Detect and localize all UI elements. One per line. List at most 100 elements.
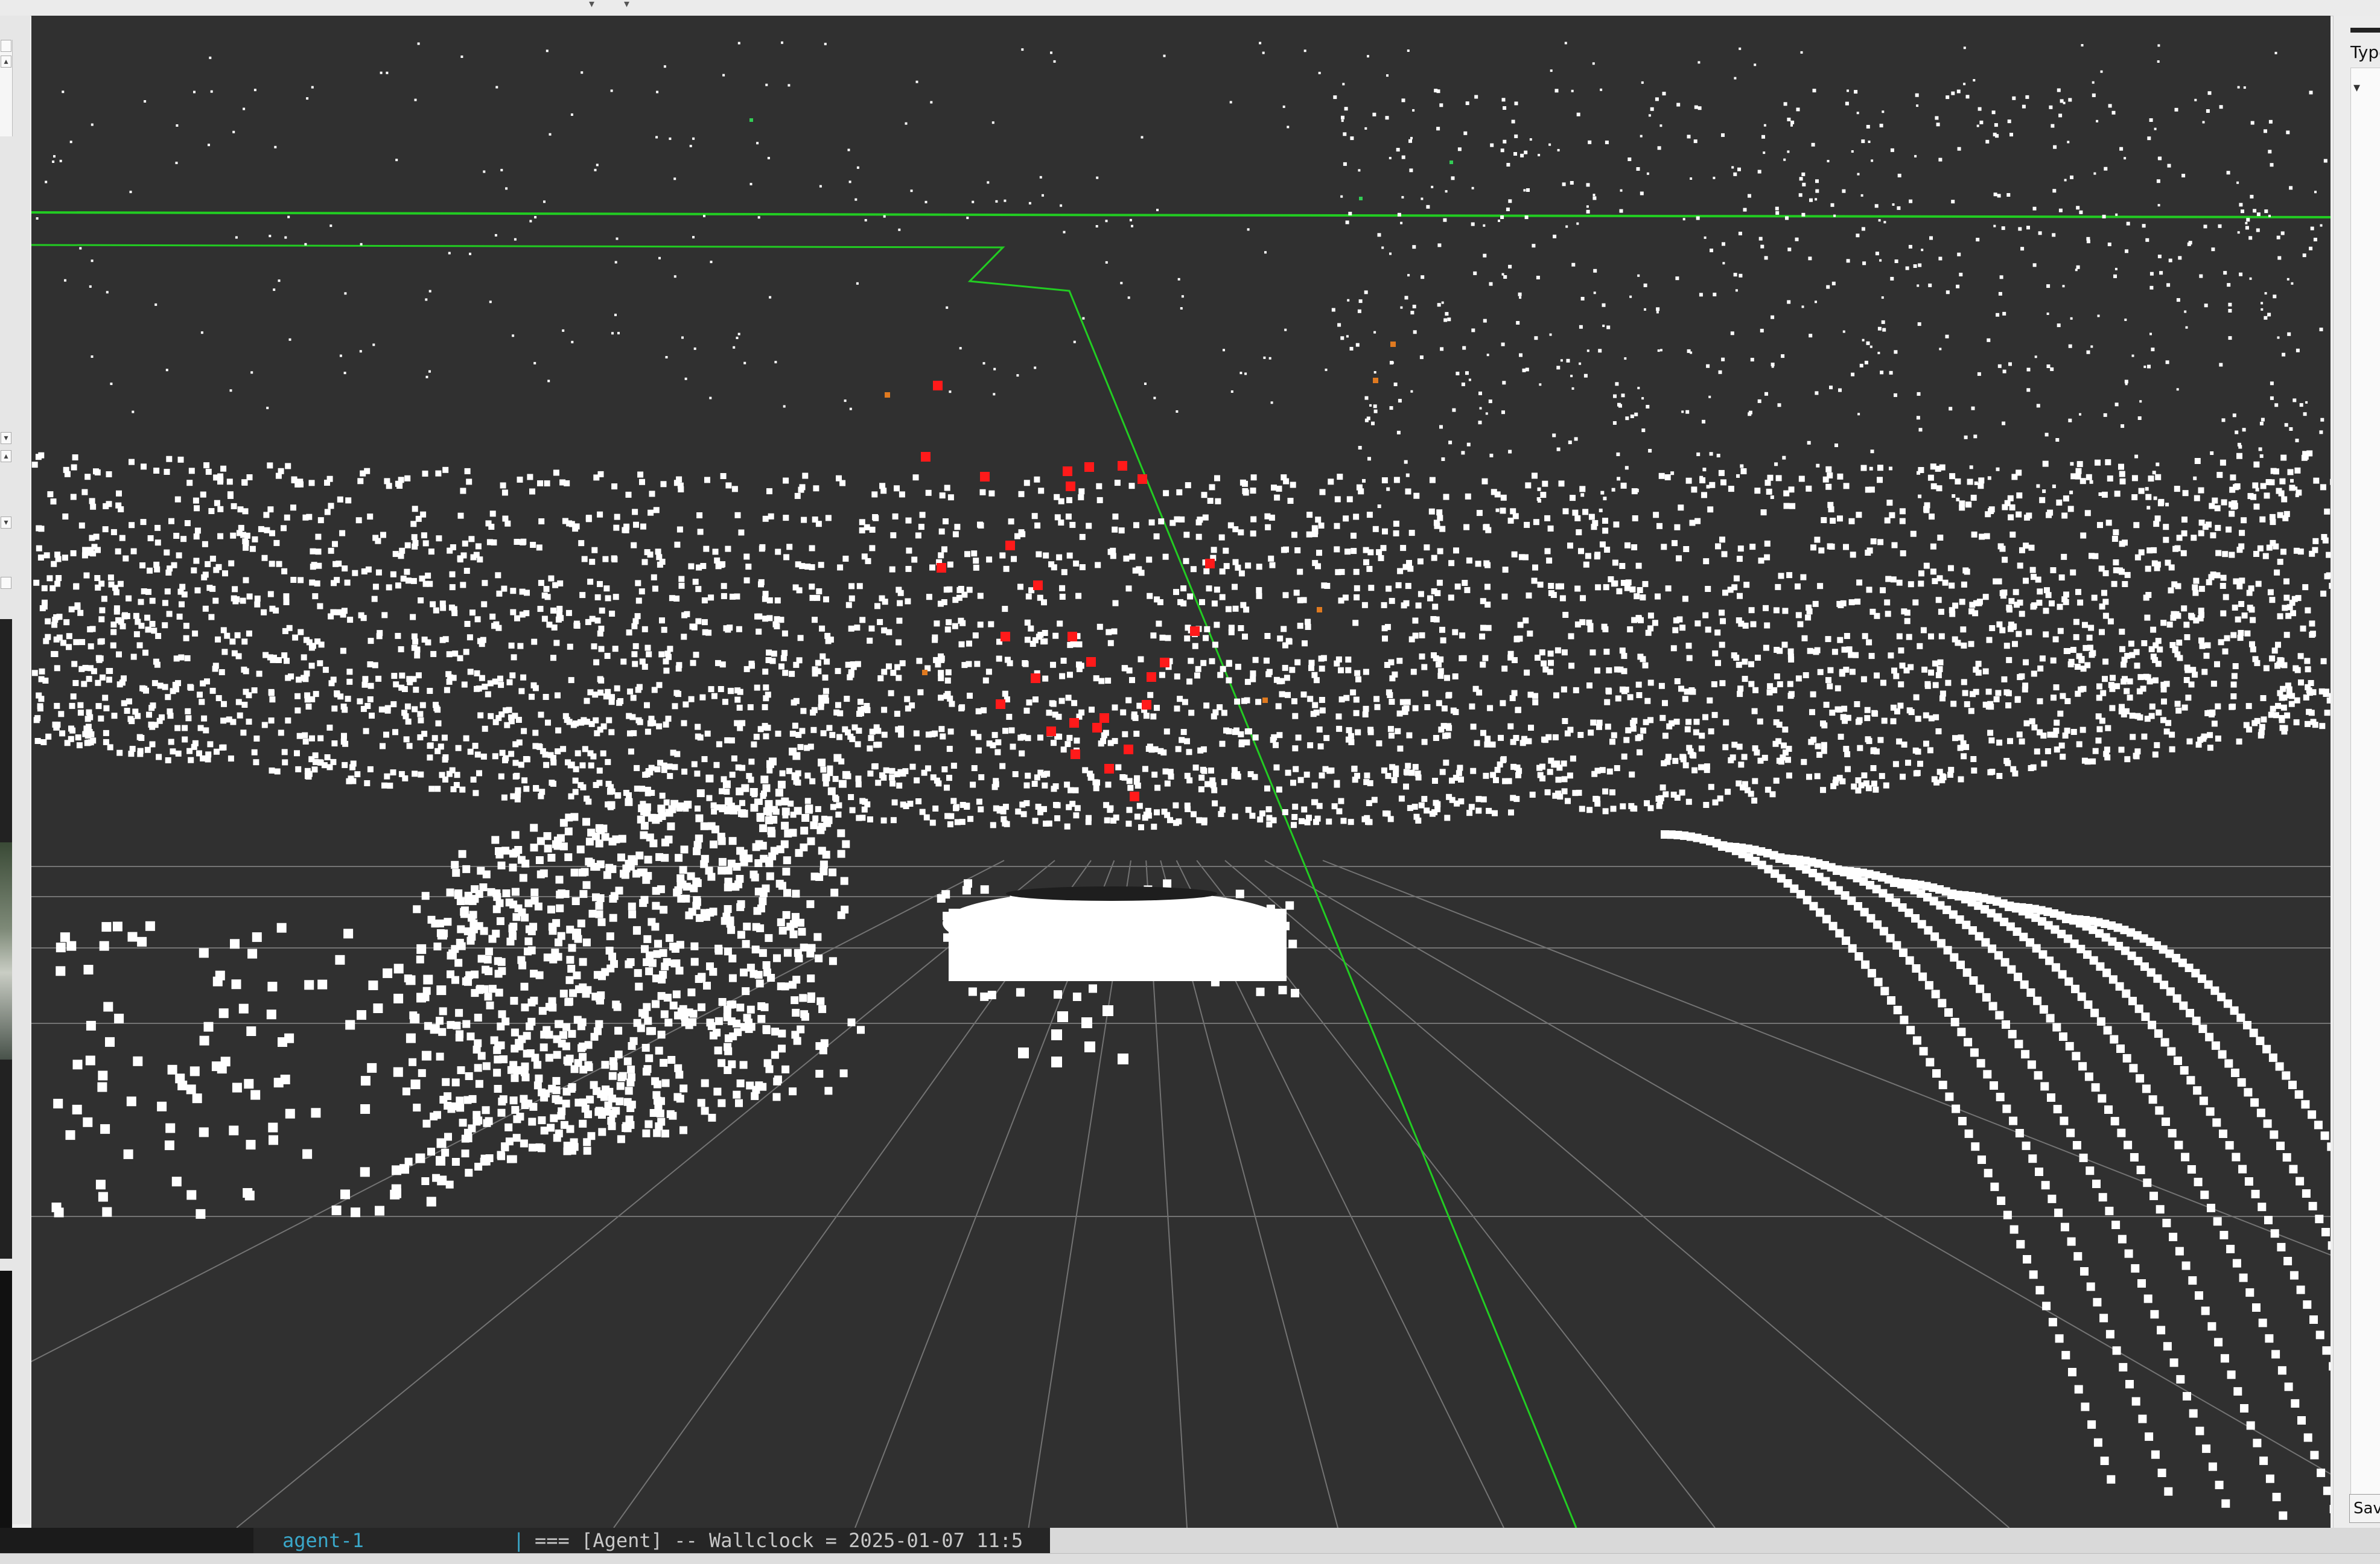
cloud-point: [723, 625, 730, 632]
cloud-point: [241, 702, 248, 708]
cloud-point: [404, 568, 410, 575]
cloud-point: [1892, 203, 1895, 206]
cloud-point: [1372, 526, 1379, 532]
cloud-point: [1818, 547, 1825, 554]
cloud-point: [1952, 494, 1956, 498]
cloud-point: [390, 769, 396, 776]
scroll-up-icon[interactable]: ▴: [1, 56, 11, 68]
chevron-down-icon[interactable]: ▾: [589, 0, 594, 10]
cloud-point: [1952, 735, 1958, 742]
cloud-point: [164, 549, 170, 556]
cloud-point: [1489, 282, 1493, 286]
cloud-point: [2037, 588, 2043, 595]
cloud-point: [98, 616, 105, 623]
cloud-point: [696, 512, 703, 518]
cloud-point: [826, 725, 833, 731]
cloud-point: [1913, 694, 1920, 701]
cloud-point: [2076, 741, 2082, 748]
cloud-point: [1307, 742, 1314, 749]
cloud-point: [1860, 194, 1863, 197]
cloud-point: [1898, 681, 1904, 688]
cloud-point: [1764, 554, 1771, 561]
cloud-point: [147, 535, 154, 541]
cloud-point: [1957, 147, 1961, 151]
cloud-point: [1713, 293, 1717, 297]
cloud-point: [340, 647, 346, 654]
cloud-point: [1537, 581, 1544, 588]
cloud-point: [1095, 562, 1101, 568]
cloud-point: [256, 670, 262, 677]
cloud-point: [995, 739, 1002, 746]
cloud-point: [945, 669, 952, 676]
scroll-down-icon[interactable]: ▾: [1, 432, 11, 444]
point-cloud-scene[interactable]: [31, 16, 2331, 1528]
cloud-point: [311, 766, 318, 773]
cloud-point: [1364, 815, 1370, 821]
cloud-point: [2103, 413, 2107, 417]
cloud-point: [368, 682, 374, 689]
cloud-point: [589, 615, 596, 622]
cloud-point: [766, 488, 772, 495]
cloud-point: [1627, 626, 1634, 632]
cloud-point: [1264, 513, 1271, 520]
panel-close-button[interactable]: [1, 40, 11, 52]
cloud-point: [1107, 807, 1113, 813]
cloud-point: [1641, 428, 1646, 433]
cloud-point: [1232, 583, 1238, 590]
cloud-point: [1800, 574, 1807, 580]
cloud-point: [1064, 781, 1071, 788]
cloud-point: [1970, 494, 1977, 501]
cloud-point: [1363, 559, 1369, 565]
cloud-point: [2305, 684, 2311, 690]
cloud-point: [1790, 120, 1795, 124]
cloud-point: [1336, 808, 1343, 815]
cloud-point: [932, 637, 938, 643]
cloud-point: [661, 762, 667, 769]
cloud-point: [1441, 705, 1448, 712]
cloud-point: [2288, 701, 2295, 707]
cloud-point: [911, 556, 918, 563]
cloud-point: [2134, 713, 2141, 719]
cloud-point: [1300, 691, 1307, 698]
cloud-point: [488, 713, 494, 719]
chevron-down-icon[interactable]: ▾: [624, 0, 629, 10]
cloud-point: [367, 766, 374, 772]
cloud-point: [1111, 628, 1118, 635]
cloud-point: [1932, 578, 1938, 585]
cloud-point: [782, 670, 789, 676]
cloud-point: [446, 771, 453, 777]
cloud-point: [695, 806, 701, 812]
cloud-point: [1861, 772, 1868, 779]
cloud-point: [538, 1116, 546, 1125]
cloud-point: [1439, 425, 1443, 429]
cloud-point: [1864, 360, 1868, 364]
panel-button[interactable]: [1, 577, 11, 589]
cloud-point: [949, 701, 955, 707]
cloud-point: [2126, 221, 2130, 226]
cloud-point: [809, 583, 815, 590]
cloud-point: [981, 707, 987, 714]
scroll-down-icon[interactable]: ▾: [1, 517, 11, 529]
cloud-point: [398, 684, 405, 691]
cloud-point: [966, 217, 969, 220]
cloud-point: [1214, 586, 1220, 593]
cloud-point: [896, 782, 903, 789]
cloud-point: [315, 548, 322, 555]
cloud-point: [460, 488, 466, 494]
scroll-up-icon[interactable]: ▴: [1, 450, 11, 462]
cloud-point: [1593, 291, 1596, 294]
cloud-point: [1120, 282, 1123, 285]
cloud-point: [681, 768, 688, 775]
cloud-point: [2129, 713, 2136, 719]
cloud-point: [1341, 119, 1344, 122]
cloud-point: [610, 960, 618, 968]
cloud-point: [1798, 475, 1805, 482]
cloud-point: [988, 490, 995, 497]
cloud-point: [600, 723, 607, 730]
3d-render-view[interactable]: [31, 16, 2331, 1528]
cloud-point: [175, 750, 182, 757]
cloud-point: [555, 876, 564, 884]
cloud-point: [682, 701, 689, 708]
cloud-point: [1412, 705, 1419, 711]
cloud-point: [2061, 512, 2068, 519]
